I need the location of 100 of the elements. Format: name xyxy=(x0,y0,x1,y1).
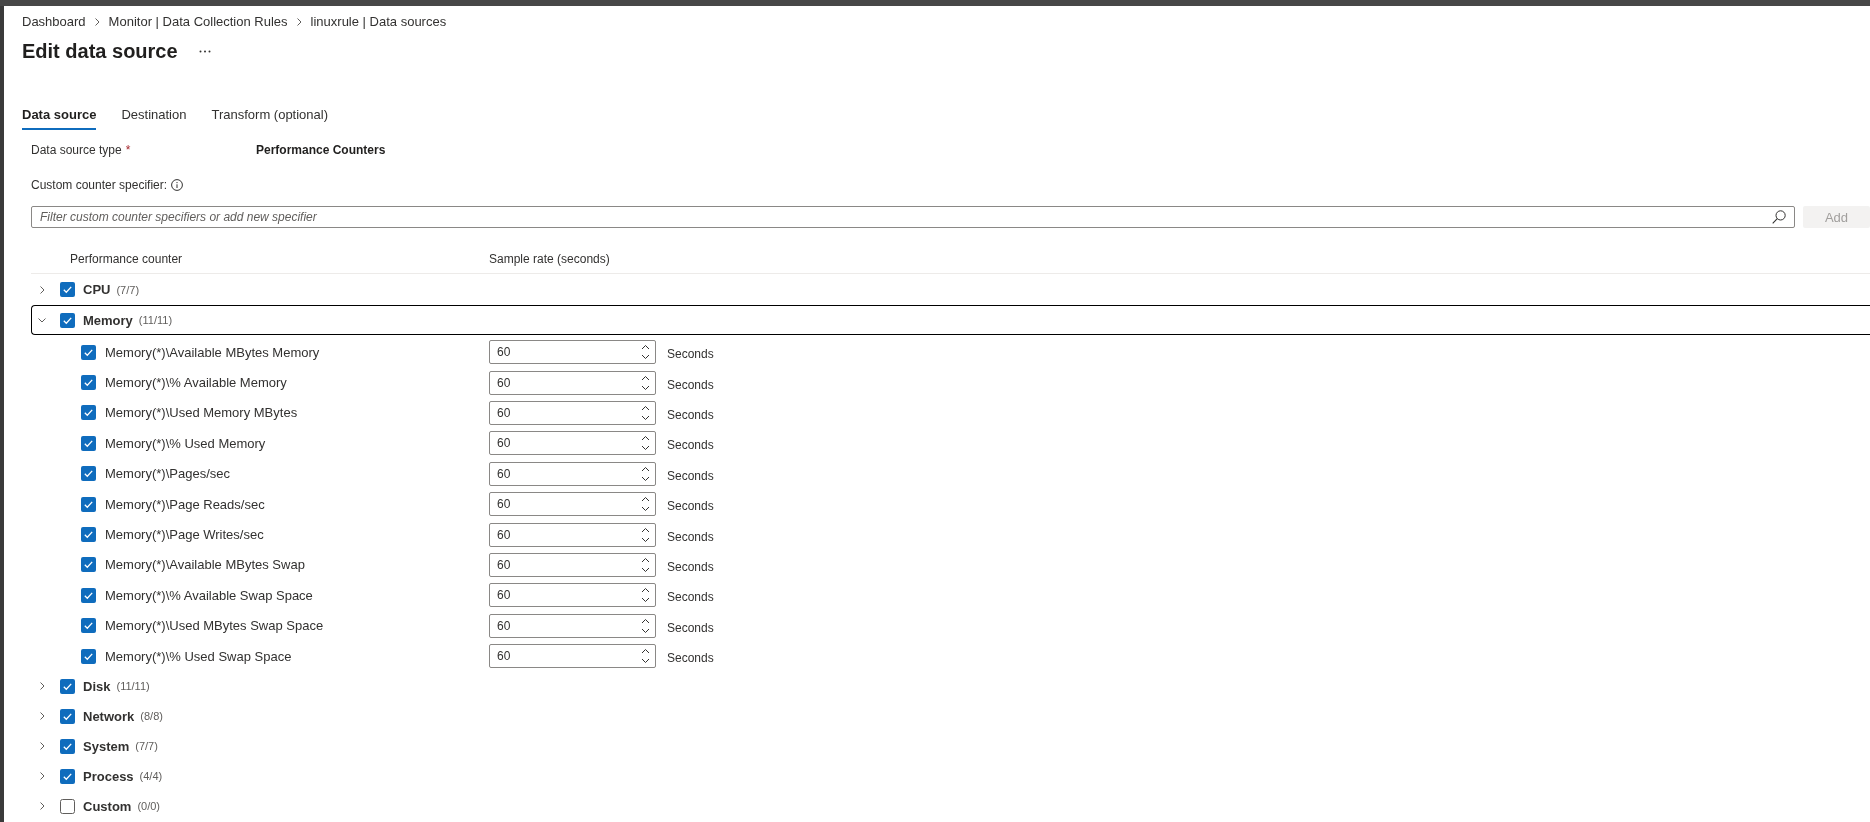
column-header: Sample rate (seconds) xyxy=(489,251,610,266)
breadcrumb-link[interactable]: Dashboard xyxy=(22,14,86,30)
checkbox[interactable] xyxy=(81,496,96,512)
sample-rate-field[interactable]: 60 xyxy=(489,492,656,517)
chevron-right-icon[interactable] xyxy=(38,285,46,294)
checkbox[interactable] xyxy=(60,282,75,297)
counter-name: Memory(*)\Page Writes/sec xyxy=(105,527,264,543)
spinner-icon[interactable] xyxy=(641,435,650,452)
search-icon xyxy=(1772,210,1786,224)
counter-name: Memory(*)\Used Memory MBytes xyxy=(105,405,298,421)
checkbox[interactable] xyxy=(60,798,75,814)
counter-name: Memory(*)\Available MBytes Memory xyxy=(105,344,320,360)
group-name: Memory xyxy=(83,312,133,328)
sample-rate-field[interactable]: 60 xyxy=(489,613,656,638)
info-icon[interactable] xyxy=(171,179,184,191)
spinner-icon[interactable] xyxy=(641,648,650,665)
unit-label: Seconds xyxy=(667,376,714,392)
sample-rate-field[interactable]: 60 xyxy=(489,431,656,456)
sample-rate-field[interactable]: 60 xyxy=(489,552,656,577)
unit-label: Seconds xyxy=(667,619,714,635)
counter-name: Memory(*)\Used MBytes Swap Space xyxy=(105,618,324,634)
group-count: (7/7) xyxy=(116,283,140,296)
unit-label: Seconds xyxy=(667,558,714,574)
sample-rate-field[interactable]: 60 xyxy=(489,461,656,486)
breadcrumb-link[interactable]: linuxrule | Data sources xyxy=(310,14,447,30)
group-name: System xyxy=(83,738,130,754)
chevron-down-icon[interactable] xyxy=(38,316,46,324)
checkbox[interactable] xyxy=(81,435,96,451)
tab[interactable]: Data source xyxy=(22,100,97,130)
unit-label: Seconds xyxy=(667,437,714,453)
spinner-icon[interactable] xyxy=(641,374,650,391)
chevron-right-icon[interactable] xyxy=(38,712,46,721)
field-label: Custom counter specifier: xyxy=(31,178,168,192)
unit-label: Seconds xyxy=(667,498,714,514)
unit-label: Seconds xyxy=(667,589,714,605)
group-count: (0/0) xyxy=(137,800,160,813)
chevron-right-icon[interactable] xyxy=(38,772,46,781)
checkbox[interactable] xyxy=(81,344,96,360)
spinner-icon[interactable] xyxy=(641,526,650,543)
checkbox[interactable] xyxy=(81,618,96,634)
unit-label: Seconds xyxy=(667,467,714,483)
checkbox[interactable] xyxy=(60,768,75,784)
counter-name: Memory(*)\Available MBytes Swap xyxy=(105,557,305,573)
sample-rate-field[interactable]: 60 xyxy=(489,370,656,395)
chevron-right-icon xyxy=(296,18,302,26)
group-count: (11/11) xyxy=(116,680,150,693)
counter-name: Memory(*)\% Used Swap Space xyxy=(105,648,292,664)
sample-rate-field[interactable]: 60 xyxy=(489,400,656,425)
checkbox[interactable] xyxy=(81,648,96,664)
checkbox[interactable] xyxy=(81,405,96,421)
checkbox[interactable] xyxy=(81,466,96,482)
spinner-icon[interactable] xyxy=(641,465,650,482)
unit-label: Seconds xyxy=(667,346,714,362)
unit-label: Seconds xyxy=(667,650,714,666)
counter-name: Memory(*)\% Available Memory xyxy=(105,375,287,391)
group-count: (4/4) xyxy=(139,770,163,783)
group-count: (8/8) xyxy=(140,710,163,723)
spinner-icon[interactable] xyxy=(641,496,650,513)
tab[interactable]: Destination xyxy=(121,100,187,130)
spinner-icon[interactable] xyxy=(641,587,650,604)
counter-name: Memory(*)\% Used Memory xyxy=(105,435,266,451)
sample-rate-field[interactable]: 60 xyxy=(489,583,656,608)
search-field[interactable]: Filter custom counter specifiers or add new specifier xyxy=(31,206,1795,228)
required-mark: * xyxy=(125,143,131,157)
group-count: (11/11) xyxy=(138,314,173,326)
unit-label: Seconds xyxy=(667,406,714,422)
spinner-icon[interactable] xyxy=(641,344,650,361)
tab[interactable]: Transform (optional) xyxy=(211,100,329,130)
group-name: Process xyxy=(83,768,134,784)
group-name: Custom xyxy=(83,798,132,814)
sample-rate-field[interactable]: 60 xyxy=(489,522,656,547)
page-title: Edit data source xyxy=(22,39,178,64)
group-name: CPU xyxy=(83,282,111,297)
checkbox[interactable] xyxy=(81,375,96,391)
spinner-icon[interactable] xyxy=(641,556,650,573)
checkbox[interactable] xyxy=(81,527,96,543)
checkbox[interactable] xyxy=(60,678,75,694)
counter-name: Memory(*)\Pages/sec xyxy=(105,466,230,482)
chevron-right-icon[interactable] xyxy=(38,742,46,751)
chevron-right-icon[interactable] xyxy=(38,802,46,811)
checkbox[interactable] xyxy=(60,738,75,754)
checkbox[interactable] xyxy=(81,557,96,573)
breadcrumb-link[interactable]: Monitor | Data Collection Rules xyxy=(108,14,288,30)
checkbox[interactable] xyxy=(60,708,75,724)
column-header: Performance counter xyxy=(69,251,183,266)
spinner-icon[interactable] xyxy=(641,617,650,634)
more-icon[interactable] xyxy=(198,49,211,53)
group-name: Network xyxy=(83,708,135,724)
checkbox[interactable] xyxy=(81,587,96,603)
chevron-right-icon xyxy=(94,18,100,26)
spinner-icon[interactable] xyxy=(641,404,650,421)
field-value: Performance Counters xyxy=(256,143,386,157)
group-name: Disk xyxy=(83,678,111,694)
sample-rate-field[interactable]: 60 xyxy=(489,340,656,365)
focused-row[interactable]: Memory (11/11) xyxy=(31,305,1870,335)
unit-label: Seconds xyxy=(667,528,714,544)
chevron-right-icon[interactable] xyxy=(38,682,46,691)
counter-name: Memory(*)\% Available Swap Space xyxy=(105,587,313,603)
checkbox[interactable] xyxy=(60,312,75,328)
sample-rate-field[interactable]: 60 xyxy=(489,644,656,669)
